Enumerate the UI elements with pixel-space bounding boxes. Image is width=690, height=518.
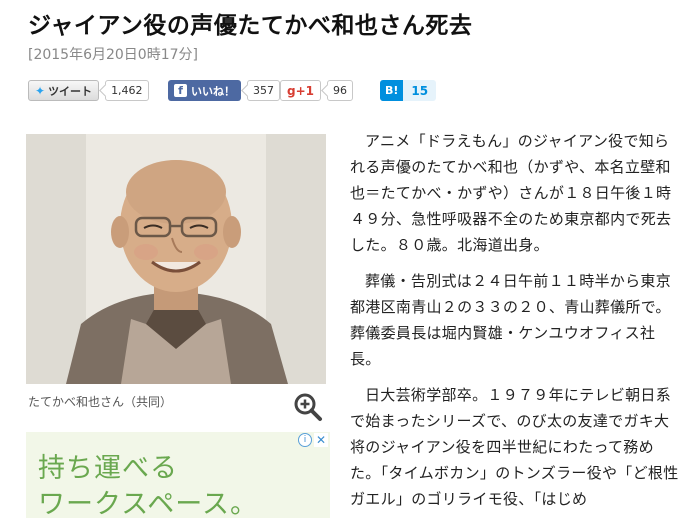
article-photo[interactable] xyxy=(26,134,326,384)
facebook-share: f いいね！ 357 xyxy=(168,80,280,101)
gplus-label: +1 xyxy=(295,83,314,98)
hatena-count[interactable]: 15 xyxy=(403,80,437,101)
ad-headline-line1: 持ち運べる xyxy=(38,453,178,484)
article-headline: ジャイアン役の声優たてかべ和也さん死去 xyxy=(28,13,473,39)
like-count: 357 xyxy=(247,80,280,101)
gplus-button[interactable]: g +1 xyxy=(280,80,321,101)
facebook-f-icon: f xyxy=(174,84,187,97)
article-dateline: [2015年6月20日0時17分] xyxy=(28,47,198,63)
twitter-share: ✦ ツイート 1,462 xyxy=(28,80,149,101)
ad-close-icon[interactable]: ✕ xyxy=(314,433,328,447)
tweet-count: 1,462 xyxy=(105,80,149,101)
zoom-in-icon[interactable] xyxy=(293,392,323,422)
hatena-bookmark-button[interactable]: B! xyxy=(380,80,404,101)
article-paragraph: 日大芸術学部卒。１９７９年にテレビ朝日系で始まったシリーズで、のび太の友達でガキ… xyxy=(350,386,679,508)
tweet-label: ツイート xyxy=(48,84,93,98)
article-paragraph: アニメ「ドラえもん」のジャイアン役で知られる声優のたてかべ和也（かずや、本名立壁… xyxy=(350,132,672,254)
twitter-bird-icon: ✦ xyxy=(35,83,46,98)
gplus-g-icon: g xyxy=(287,83,296,98)
photo-caption: たてかべ和也さん（共同） xyxy=(28,395,173,409)
gplus-count: 96 xyxy=(327,80,353,101)
hatena-share: B! 15 xyxy=(380,80,437,101)
tweet-button[interactable]: ✦ ツイート xyxy=(28,80,100,101)
ad-headline-line2: ワークスペース。 xyxy=(38,489,258,518)
article-body: アニメ「ドラえもん」のジャイアン役で知られる声優のたてかべ和也（かずや、本名立壁… xyxy=(350,128,680,518)
like-button[interactable]: f いいね！ xyxy=(168,80,241,101)
advertisement[interactable]: 持ち運べる ワークスペース。 i ✕ xyxy=(26,432,330,518)
ad-controls: i ✕ xyxy=(298,433,328,447)
portrait-image xyxy=(26,134,326,384)
ad-info-icon[interactable]: i xyxy=(298,433,312,447)
like-label: いいね！ xyxy=(191,84,235,98)
share-bar: ✦ ツイート 1,462 f いいね！ 357 g +1 96 B! 15 xyxy=(28,80,668,102)
article-paragraph: 葬儀・告別式は２４日午前１１時半から東京都港区南青山２の３３の２０、青山葬儀所で… xyxy=(350,272,672,368)
gplus-share: g +1 96 xyxy=(280,80,353,101)
